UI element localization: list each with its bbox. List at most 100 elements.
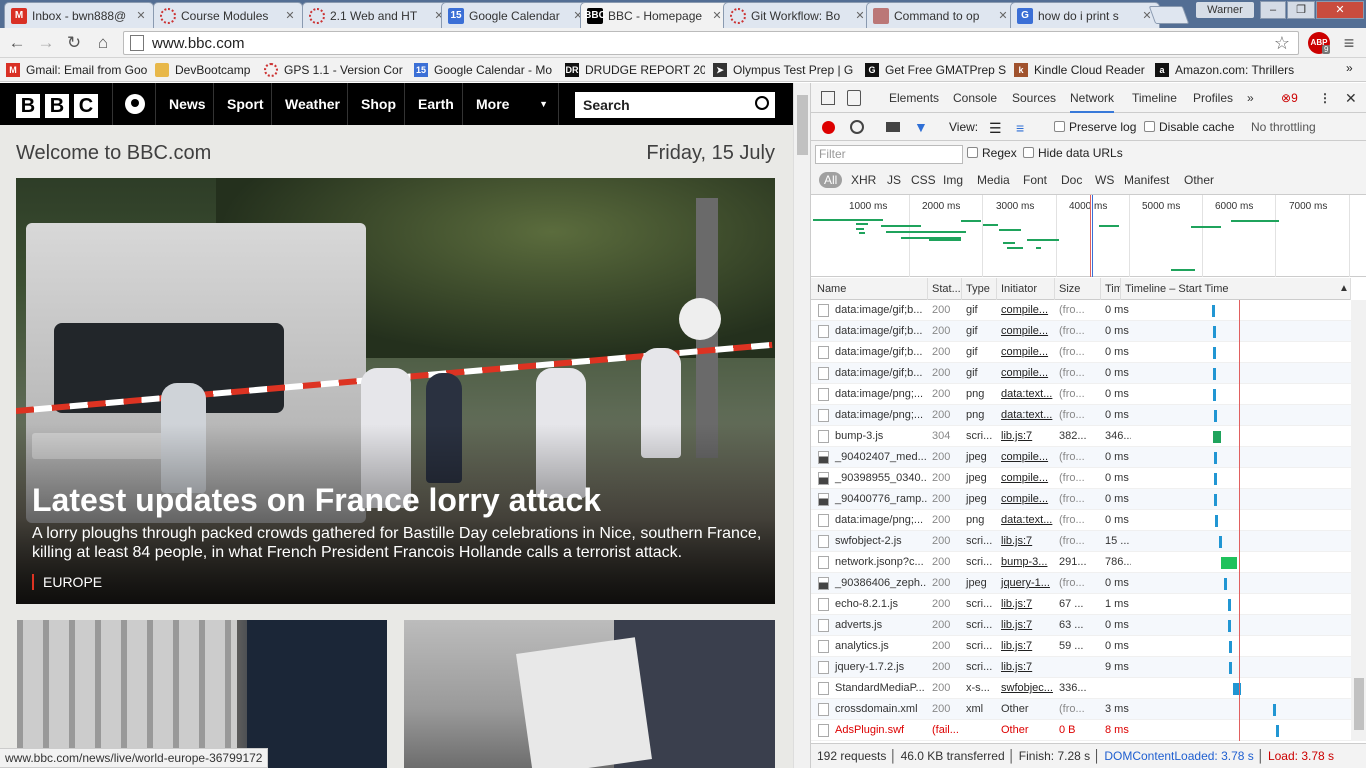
request-row[interactable]: swfobject-2.js 200 scri... lib.js:7 (fro... 1… xyxy=(811,531,1351,552)
error-indicator[interactable]: ⊗9 xyxy=(1281,83,1298,113)
request-initiator[interactable]: compile... xyxy=(997,489,1055,510)
tab-timeline[interactable]: Timeline xyxy=(1132,83,1177,113)
request-name[interactable]: _90398955_0340... xyxy=(831,468,927,489)
type-filter-ws[interactable]: WS xyxy=(1095,173,1114,187)
waterfall-bar[interactable] xyxy=(1228,620,1232,632)
request-row[interactable]: data:image/png;... 200 png data:text... (fro… xyxy=(811,384,1351,405)
waterfall-bar[interactable] xyxy=(1213,410,1217,422)
request-initiator[interactable]: compile... xyxy=(997,447,1055,468)
request-row[interactable]: data:image/gif;b... 200 gif compile... (fro.… xyxy=(811,342,1351,363)
request-name[interactable]: bump-3.js xyxy=(831,426,927,447)
bookmark-item[interactable]: k Kindle Cloud Reader xyxy=(1014,61,1148,79)
request-initiator[interactable]: data:text... xyxy=(997,510,1055,531)
bookmark-item[interactable]: G Get Free GMATPrep S xyxy=(865,61,1007,79)
waterfall-bar[interactable] xyxy=(1212,347,1216,359)
story-thumbnail-2[interactable] xyxy=(404,620,775,768)
preserve-log-checkbox[interactable]: Preserve log xyxy=(1054,120,1136,134)
inspect-icon[interactable] xyxy=(821,91,835,105)
request-row[interactable]: jquery-1.7.2.js 200 scri... lib.js:7 9 ms xyxy=(811,657,1351,678)
request-name[interactable]: crossdomain.xml xyxy=(831,699,927,720)
forward-button[interactable]: → xyxy=(34,31,58,55)
home-button[interactable]: ⌂ xyxy=(91,31,115,55)
account-button[interactable] xyxy=(112,83,156,125)
request-row[interactable]: _90386406_zeph... 200 jpeg jquery-1... (fro.… xyxy=(811,573,1351,594)
tab-elements[interactable]: Elements xyxy=(889,83,939,113)
waterfall-bar[interactable] xyxy=(1218,536,1222,548)
record-icon[interactable] xyxy=(822,121,835,134)
close-tab-icon[interactable]: ✕ xyxy=(854,9,866,22)
waterfall-bar[interactable] xyxy=(1212,326,1216,338)
browser-tab[interactable]: Ghow do i print s ✕ xyxy=(1010,2,1160,28)
waterfall-bar[interactable] xyxy=(1275,725,1279,737)
throttling-select[interactable]: No throttling xyxy=(1251,120,1316,134)
type-filter-xhr[interactable]: XHR xyxy=(851,173,876,187)
bookmark-item[interactable]: M Gmail: Email from Goo xyxy=(6,61,148,79)
request-row[interactable]: analytics.js 200 scri... lib.js:7 59 ... 0 ms xyxy=(811,636,1351,657)
request-initiator[interactable]: swfobjec... xyxy=(997,678,1055,699)
close-tab-icon[interactable]: ✕ xyxy=(711,9,723,22)
type-filter-img[interactable]: Img xyxy=(943,173,963,187)
type-filter-manifest[interactable]: Manifest xyxy=(1124,173,1169,187)
request-initiator[interactable]: lib.js:7 xyxy=(997,594,1055,615)
request-row[interactable]: data:image/gif;b... 200 gif compile... (fro.… xyxy=(811,300,1351,321)
column-header[interactable]: Initiator xyxy=(997,278,1055,300)
hero-story[interactable]: Latest updates on France lorry attack A … xyxy=(16,178,775,604)
request-row[interactable]: StandardMediaP... 200 x-s... swfobjec... 336… xyxy=(811,678,1351,699)
request-initiator[interactable]: compile... xyxy=(997,300,1055,321)
request-row[interactable]: crossdomain.xml 200 xml Other (fro... 3 ms xyxy=(811,699,1351,720)
close-window-button[interactable]: ✕ xyxy=(1316,1,1364,19)
regex-checkbox[interactable]: Regex xyxy=(967,146,1017,160)
request-initiator[interactable]: lib.js:7 xyxy=(997,615,1055,636)
request-name[interactable]: swfobject-2.js xyxy=(831,531,927,552)
request-name[interactable]: StandardMediaP... xyxy=(831,678,927,699)
bbc-search-input[interactable]: Search xyxy=(575,92,775,118)
waterfall-bar[interactable] xyxy=(1228,662,1232,674)
request-initiator[interactable]: lib.js:7 xyxy=(997,657,1055,678)
bookmark-item[interactable]: DevBootcamp xyxy=(155,61,255,79)
request-name[interactable]: data:image/gif;b... xyxy=(831,342,927,363)
waterfall-bar[interactable] xyxy=(1213,473,1217,485)
minimize-button[interactable]: – xyxy=(1260,1,1286,19)
request-name[interactable]: adverts.js xyxy=(831,615,927,636)
hide-data-urls-checkbox[interactable]: Hide data URLs xyxy=(1023,146,1123,160)
request-initiator[interactable]: bump-3... xyxy=(997,552,1055,573)
address-bar[interactable]: www.bbc.com ☆ xyxy=(123,31,1299,55)
waterfall-bar[interactable] xyxy=(1273,704,1277,716)
waterfall-bar[interactable] xyxy=(1213,452,1217,464)
more-tabs-icon[interactable]: » xyxy=(1247,83,1254,113)
request-initiator[interactable]: Other xyxy=(997,720,1055,741)
large-rows-icon[interactable]: ☰ xyxy=(989,120,1002,137)
nav-news[interactable]: News xyxy=(155,83,219,125)
waterfall-bar[interactable] xyxy=(1213,431,1222,443)
request-name[interactable]: jquery-1.7.2.js xyxy=(831,657,927,678)
menu-icon[interactable]: ≡ xyxy=(1337,31,1361,55)
request-row[interactable]: _90398955_0340... 200 jpeg compile... (fro..… xyxy=(811,468,1351,489)
page-scrollbar-thumb[interactable] xyxy=(797,95,808,155)
clear-icon[interactable] xyxy=(850,120,864,134)
request-name[interactable]: _90402407_med... xyxy=(831,447,927,468)
maximize-button[interactable]: ❐ xyxy=(1287,1,1315,19)
sort-ascending-icon[interactable]: ▲ xyxy=(1339,283,1349,294)
type-filter-font[interactable]: Font xyxy=(1023,173,1047,187)
request-initiator[interactable]: jquery-1... xyxy=(997,573,1055,594)
column-header[interactable]: Stat... xyxy=(928,278,962,300)
request-initiator[interactable]: Other xyxy=(997,699,1055,720)
waterfall-bar[interactable] xyxy=(1213,368,1217,380)
bookmark-item[interactable]: DR DRUDGE REPORT 201 xyxy=(565,61,705,79)
request-row[interactable]: _90402407_med... 200 jpeg compile... (fro...… xyxy=(811,447,1351,468)
request-initiator[interactable]: lib.js:7 xyxy=(997,636,1055,657)
browser-tab[interactable]: M Inbox - bwn888@ ✕ xyxy=(4,2,154,28)
devtools-menu-icon[interactable]: ⋮ xyxy=(1319,83,1331,113)
network-overview[interactable]: 1000 ms 2000 ms 3000 ms 4000 ms 5000 ms 6000 … xyxy=(811,195,1366,277)
column-header[interactable]: Size xyxy=(1055,278,1101,300)
request-name[interactable]: AdsPlugin.swf xyxy=(831,720,927,741)
close-tab-icon[interactable]: ✕ xyxy=(997,9,1009,22)
request-initiator[interactable]: data:text... xyxy=(997,405,1055,426)
tab-network[interactable]: Network xyxy=(1070,83,1115,113)
request-name[interactable]: _90386406_zeph... xyxy=(831,573,927,594)
browser-tab[interactable]: BBC BBC - Homepage ✕ xyxy=(580,2,730,28)
waterfall-bar[interactable] xyxy=(1221,557,1238,569)
request-row[interactable]: adverts.js 200 scri... lib.js:7 63 ... 0 ms xyxy=(811,615,1351,636)
request-initiator[interactable]: compile... xyxy=(997,363,1055,384)
request-initiator[interactable]: compile... xyxy=(997,468,1055,489)
